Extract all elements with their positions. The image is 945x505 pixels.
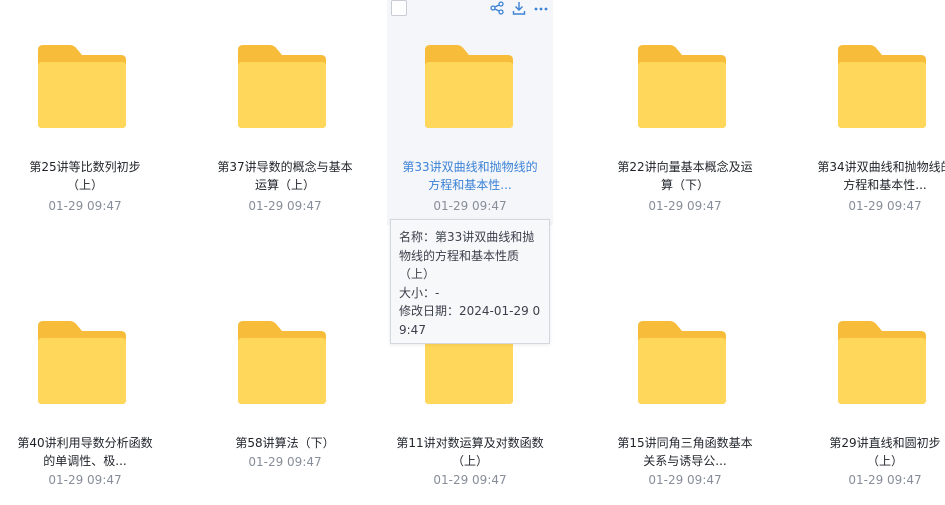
file-item[interactable]: 第37讲导数的概念与基本 运算（上） 01-29 09:47 (200, 0, 370, 230)
tooltip-line: （上） (399, 267, 436, 281)
file-date: 01-29 09:47 (848, 199, 922, 213)
tooltip-modified-cont: 9:47 (399, 322, 426, 337)
file-date: 01-29 09:47 (648, 473, 722, 487)
folder-icon (421, 44, 517, 129)
file-item[interactable]: 第22讲向量基本概念及运 算（下） 01-29 09:47 (600, 0, 770, 230)
file-name-line1: 第58讲算法（下） (235, 436, 335, 450)
file-name-line2: （上） (451, 454, 488, 468)
tooltip-line: 名称：第33讲双曲线和抛 (399, 230, 535, 244)
file-name: 第11讲对数运算及对数函数 （上） (387, 434, 553, 470)
file-name: 第25讲等比数列初步 （上） (0, 158, 170, 194)
file-item-hovered[interactable]: 第33讲双曲线和抛物线的 方程和基本性... 01-29 09:47 (387, 0, 553, 225)
file-name-line1: 第33讲双曲线和抛物线的 (402, 160, 538, 174)
file-name-line1: 第22讲向量基本概念及运 (617, 160, 753, 174)
tooltip-size: 大小：- (399, 285, 440, 300)
file-info-tooltip: 名称：第33讲双曲线和抛 物线的方程和基本性质 （上） 大小：- 修改日期：20… (390, 219, 550, 344)
file-item[interactable]: 第25讲等比数列初步 （上） 01-29 09:47 (0, 0, 170, 230)
file-name-line2: 方程和基本性... (428, 178, 512, 192)
file-item[interactable]: 第34讲双曲线和抛物线的 方程和基本性... 01-29 09:47 (800, 0, 945, 230)
file-date: 01-29 09:47 (433, 199, 507, 213)
file-item[interactable]: 第40讲利用导数分析函数 的单调性、极... 01-29 09:47 (0, 276, 170, 505)
tooltip-modified: 修改日期：2024-01-29 0 (399, 304, 541, 318)
download-icon[interactable] (511, 0, 527, 16)
file-date: 01-29 09:47 (248, 199, 322, 213)
file-name: 第22讲向量基本概念及运 算（下） (600, 158, 770, 194)
file-name-line2: （上） (66, 178, 103, 192)
more-icon[interactable] (533, 0, 549, 16)
file-date: 01-29 09:47 (848, 473, 922, 487)
tooltip-line: 物线的方程和基本性质 (399, 248, 520, 263)
folder-icon (634, 44, 730, 129)
file-name: 第58讲算法（下） (200, 434, 370, 452)
file-name-line2: （上） (866, 454, 903, 468)
folder-icon (634, 320, 730, 405)
select-checkbox[interactable] (391, 0, 407, 16)
file-name: 第40讲利用导数分析函数 的单调性、极... (0, 434, 170, 470)
folder-icon (834, 44, 930, 129)
file-grid: 第25讲等比数列初步 （上） 01-29 09:47 第37讲导数的概念与基本 … (0, 0, 945, 505)
file-name-line1: 第40讲利用导数分析函数 (17, 436, 153, 450)
file-name-line1: 第29讲直线和圆初步 (829, 436, 941, 450)
file-name-line1: 第34讲双曲线和抛物线的 (817, 160, 945, 174)
file-item[interactable]: 第58讲算法（下） 01-29 09:47 (200, 276, 370, 505)
file-name[interactable]: 第33讲双曲线和抛物线的 方程和基本性... (387, 158, 553, 194)
file-name: 第37讲导数的概念与基本 运算（上） (200, 158, 370, 194)
file-item[interactable]: 第29讲直线和圆初步 （上） 01-29 09:47 (800, 276, 945, 505)
folder-icon (234, 44, 330, 129)
file-date: 01-29 09:47 (48, 199, 122, 213)
file-name-line2: 方程和基本性... (843, 178, 927, 192)
folder-icon (34, 320, 130, 405)
file-name-line1: 第25讲等比数列初步 (29, 160, 141, 174)
file-name: 第34讲双曲线和抛物线的 方程和基本性... (800, 158, 945, 194)
file-name: 第15讲同角三角函数基本 关系与诱导公... (600, 434, 770, 470)
file-name-line2: 关系与诱导公... (643, 454, 727, 468)
file-actions (489, 0, 549, 16)
file-date: 01-29 09:47 (48, 473, 122, 487)
file-name-line2: 运算（上） (254, 178, 315, 192)
file-name: 第29讲直线和圆初步 （上） (800, 434, 945, 470)
folder-icon (834, 320, 930, 405)
folder-icon (234, 320, 330, 405)
file-name-line1: 第11讲对数运算及对数函数 (396, 436, 544, 450)
file-date: 01-29 09:47 (248, 455, 322, 469)
file-name-line2: 算（下） (660, 178, 709, 192)
file-item[interactable]: 第15讲同角三角函数基本 关系与诱导公... 01-29 09:47 (600, 276, 770, 505)
file-name-line2: 的单调性、极... (43, 454, 127, 468)
file-date: 01-29 09:47 (648, 199, 722, 213)
folder-icon (34, 44, 130, 129)
share-icon[interactable] (489, 0, 505, 16)
file-name-line1: 第37讲导数的概念与基本 (217, 160, 353, 174)
file-date: 01-29 09:47 (433, 473, 507, 487)
file-name-line1: 第15讲同角三角函数基本 (617, 436, 753, 450)
